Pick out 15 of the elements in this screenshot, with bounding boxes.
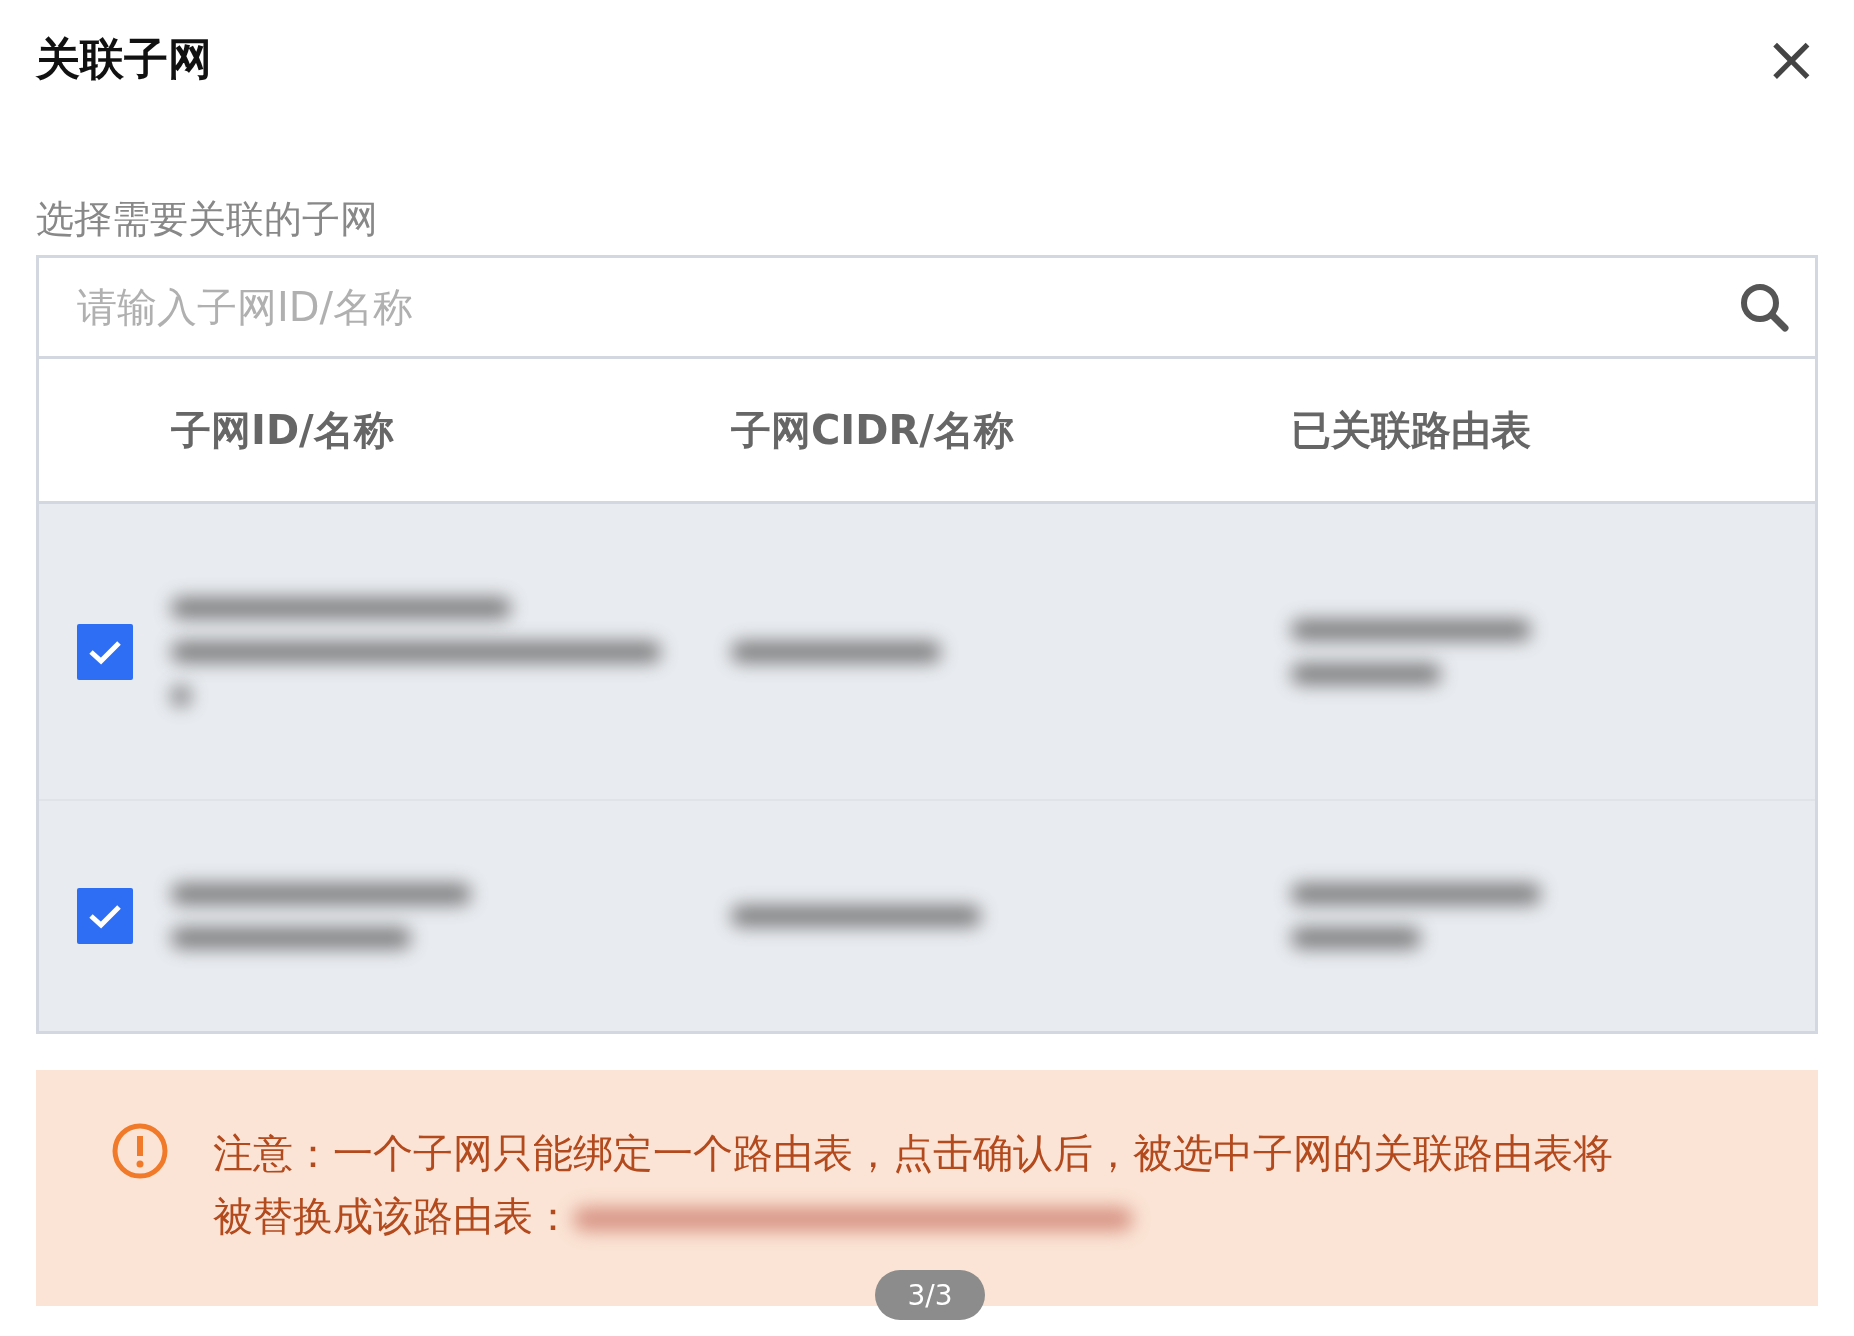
search-field[interactable]: 请输入子网ID/名称 — [36, 255, 1818, 359]
notice-text: 注意：一个子网只能绑定一个路由表，点击确认后，被选中子网的关联路由表将被替换成该路由表： — [213, 1129, 1613, 1241]
field-label: 选择需要关联的子网 — [36, 196, 379, 243]
close-button[interactable]: × — [1764, 29, 1818, 89]
checkbox[interactable] — [77, 888, 133, 944]
warning-icon — [111, 1122, 169, 1180]
search-icon[interactable] — [1738, 281, 1790, 333]
column-header: 子网ID/名称 — [171, 405, 395, 455]
dialog-title: 关联子网 — [36, 31, 212, 86]
checkbox[interactable] — [77, 623, 133, 680]
check-icon — [88, 638, 122, 665]
check-icon — [88, 903, 122, 929]
column-header: 已关联路由表 — [1291, 405, 1532, 455]
column-header: 子网CIDR/名称 — [731, 405, 1015, 455]
page-indicator: 3/3 — [875, 1270, 985, 1320]
